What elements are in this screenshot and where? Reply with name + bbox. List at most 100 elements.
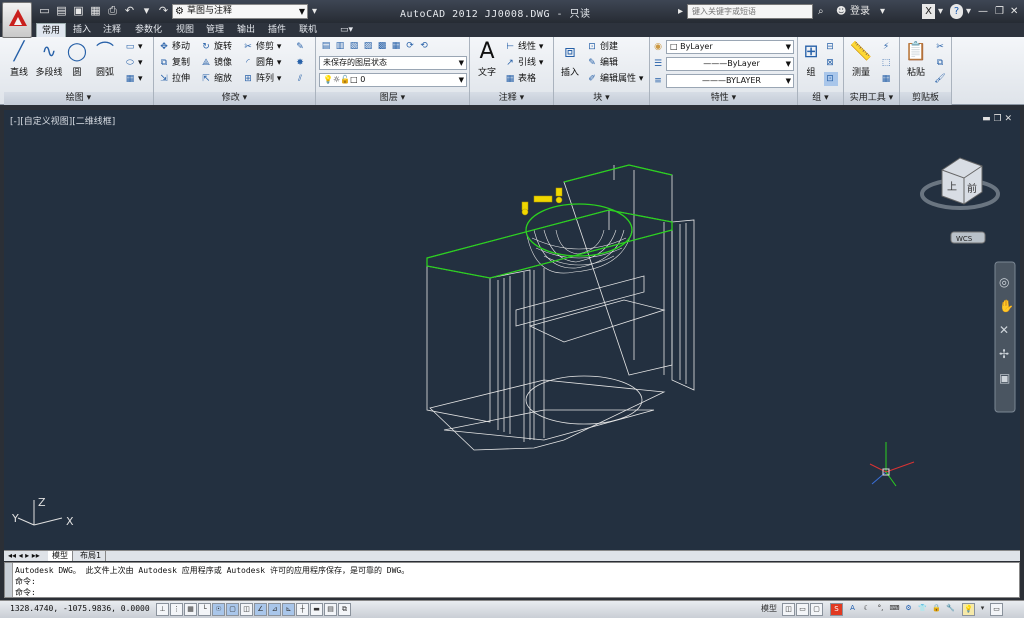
- quick-view-layouts-icon[interactable]: ▭: [796, 603, 809, 616]
- color-dropdown[interactable]: □ ByLayer ▼: [666, 40, 794, 54]
- zoom-extents-icon[interactable]: ✕: [999, 323, 1009, 337]
- offset-button[interactable]: ⫽: [294, 72, 308, 86]
- workspace-dropdown[interactable]: ⚙ 草图与注释 ▼: [172, 4, 308, 19]
- lineweight-dropdown[interactable]: ———BYLAYER ▼: [666, 74, 794, 88]
- rotate-button[interactable]: ↻ 旋转: [200, 40, 232, 54]
- grid-display-icon[interactable]: ▦: [184, 603, 197, 616]
- pan-icon[interactable]: ✋: [999, 299, 1014, 313]
- group-select-button[interactable]: ⊡: [824, 72, 838, 86]
- leader-button[interactable]: ↗ 引线 ▾: [504, 56, 543, 70]
- array-button[interactable]: ⊞ 阵列 ▾: [242, 72, 281, 86]
- object-snap-tracking-icon[interactable]: ∠: [254, 603, 267, 616]
- edit-block-button[interactable]: ✎ 编辑: [586, 56, 618, 70]
- modify-panel-title[interactable]: 修改 ▾: [154, 92, 315, 105]
- tab-plugins[interactable]: 插件: [268, 23, 286, 37]
- utilities-panel-title[interactable]: 实用工具 ▾: [844, 92, 899, 105]
- binoculars-icon[interactable]: ⌕: [818, 4, 824, 19]
- customize-qat-icon[interactable]: ▾: [312, 4, 317, 19]
- wrench-icon[interactable]: 🔧: [944, 603, 957, 616]
- selection-cycling-icon[interactable]: ⧉: [338, 603, 351, 616]
- tab-view[interactable]: 视图: [176, 23, 194, 37]
- object-snap-icon[interactable]: ▢: [226, 603, 239, 616]
- snap-mode-icon[interactable]: ⋮: [170, 603, 183, 616]
- layout-view-icon[interactable]: ◫: [782, 603, 795, 616]
- scale-button[interactable]: ⇱ 缩放: [200, 72, 232, 86]
- group-button[interactable]: ⊞ 组: [800, 39, 822, 78]
- group-edit-button[interactable]: ⊠: [824, 56, 838, 70]
- draw-panel-title[interactable]: 绘图 ▾: [4, 92, 153, 105]
- measure-button[interactable]: 📏 测量: [846, 39, 876, 78]
- save-icon[interactable]: ▣: [72, 4, 85, 17]
- move-button[interactable]: ✥ 移动: [158, 40, 190, 54]
- layer-tools-row[interactable]: ▤ ▥ ▧ ▨ ▩ ▦ ⟳ ⟲: [320, 39, 432, 53]
- copy-clip-button[interactable]: ⧉: [934, 56, 948, 70]
- toolbar-lock-icon[interactable]: 🔒: [930, 603, 943, 616]
- exchange-icon[interactable]: X: [922, 4, 935, 19]
- infer-constraints-icon[interactable]: ⊥: [156, 603, 169, 616]
- calculator-button[interactable]: ▦: [880, 72, 894, 86]
- expand-search-icon[interactable]: ▸: [678, 4, 683, 19]
- punctuation-icon[interactable]: °,: [874, 603, 887, 616]
- undo-icon[interactable]: ↶: [123, 4, 136, 17]
- line-button[interactable]: ╱ 直线: [6, 39, 32, 78]
- status-menu-icon[interactable]: ▾: [976, 603, 989, 616]
- hatch-button[interactable]: ▦ ▾: [124, 72, 143, 86]
- erase-button[interactable]: ✎: [294, 40, 308, 54]
- close-icon[interactable]: ✕: [1010, 4, 1018, 19]
- create-block-button[interactable]: ⊡ 创建: [586, 40, 618, 54]
- rectangle-button[interactable]: ▭ ▾: [124, 40, 143, 54]
- tab-annotate[interactable]: 注释: [103, 23, 121, 37]
- 3d-osnap-icon[interactable]: ◫: [240, 603, 253, 616]
- annotation-panel-title[interactable]: 注释 ▾: [470, 92, 553, 105]
- select-all-button[interactable]: ⬚: [880, 56, 894, 70]
- block-panel-title[interactable]: 块 ▾: [554, 92, 649, 105]
- user-icon[interactable]: ☻: [836, 4, 846, 19]
- table-button[interactable]: ▦ 表格: [504, 72, 536, 86]
- keyboard-icon[interactable]: ⌨: [888, 603, 901, 616]
- tab-manage[interactable]: 管理: [206, 23, 224, 37]
- fillet-button[interactable]: ◜ 圆角 ▾: [242, 56, 281, 70]
- tab-model[interactable]: 模型: [48, 551, 73, 561]
- plot-icon[interactable]: ⎙: [106, 4, 119, 17]
- arc-button[interactable]: ⌒ 圆弧: [92, 39, 118, 78]
- ribbon-minimize-icon[interactable]: ▭▾: [340, 23, 353, 37]
- viewcube[interactable]: 上 前 WCS: [920, 157, 1000, 244]
- search-input[interactable]: 键入关键字或短语: [687, 4, 813, 19]
- clean-screen-icon[interactable]: ▭: [990, 603, 1003, 616]
- new-file-icon[interactable]: ▭: [38, 4, 51, 17]
- tab-parametric[interactable]: 参数化: [135, 23, 162, 37]
- layout-nav-arrows[interactable]: ◂◂ ◂ ▸ ▸▸: [4, 551, 44, 561]
- properties-panel-title[interactable]: 特性 ▾: [650, 92, 797, 105]
- save-as-icon[interactable]: ▦: [89, 4, 102, 17]
- mirror-button[interactable]: ⟁ 镜像: [200, 56, 232, 70]
- stretch-button[interactable]: ⇲ 拉伸: [158, 72, 190, 86]
- quick-properties-icon[interactable]: ▤: [324, 603, 337, 616]
- trim-button[interactable]: ✂ 修剪 ▾: [242, 40, 281, 54]
- moon-icon[interactable]: ☾: [860, 603, 873, 616]
- copy-button[interactable]: ⧉ 复制: [158, 56, 190, 70]
- login-dropdown-icon[interactable]: ▾: [880, 4, 885, 19]
- groups-panel-title[interactable]: 组 ▾: [798, 92, 843, 105]
- isolate-objects-icon[interactable]: 💡: [962, 603, 975, 616]
- tab-insert[interactable]: 插入: [73, 23, 91, 37]
- polar-tracking-icon[interactable]: ☉: [212, 603, 225, 616]
- layer-state-dropdown[interactable]: 未保存的图层状态 ▼: [319, 56, 467, 70]
- tab-home[interactable]: 常用: [36, 23, 67, 37]
- explode-button[interactable]: ✸: [294, 56, 308, 70]
- linear-dim-button[interactable]: ⊢ 线性 ▾: [504, 40, 543, 54]
- clipboard-panel-title[interactable]: 剪贴板: [900, 92, 951, 105]
- dynamic-ucs-icon[interactable]: ⊿: [268, 603, 281, 616]
- circle-button[interactable]: ◯ 圆: [66, 39, 88, 78]
- annotation-scale-icon[interactable]: A: [846, 603, 859, 616]
- match-properties-icon[interactable]: ◉: [652, 40, 666, 54]
- dynamic-input-icon[interactable]: ⊾: [282, 603, 295, 616]
- quick-select-button[interactable]: ⚡: [880, 40, 894, 54]
- command-input[interactable]: 命令:: [15, 587, 1009, 598]
- tab-layout1[interactable]: 布局1: [76, 551, 107, 561]
- viewcube-top-face[interactable]: 上: [947, 181, 957, 193]
- open-file-icon[interactable]: ▤: [55, 4, 68, 17]
- tab-output[interactable]: 输出: [237, 23, 255, 37]
- minimize-icon[interactable]: —: [978, 4, 988, 19]
- model-space-button[interactable]: 模型: [758, 603, 780, 616]
- linetype-dropdown[interactable]: ———ByLayer ▼: [666, 57, 794, 71]
